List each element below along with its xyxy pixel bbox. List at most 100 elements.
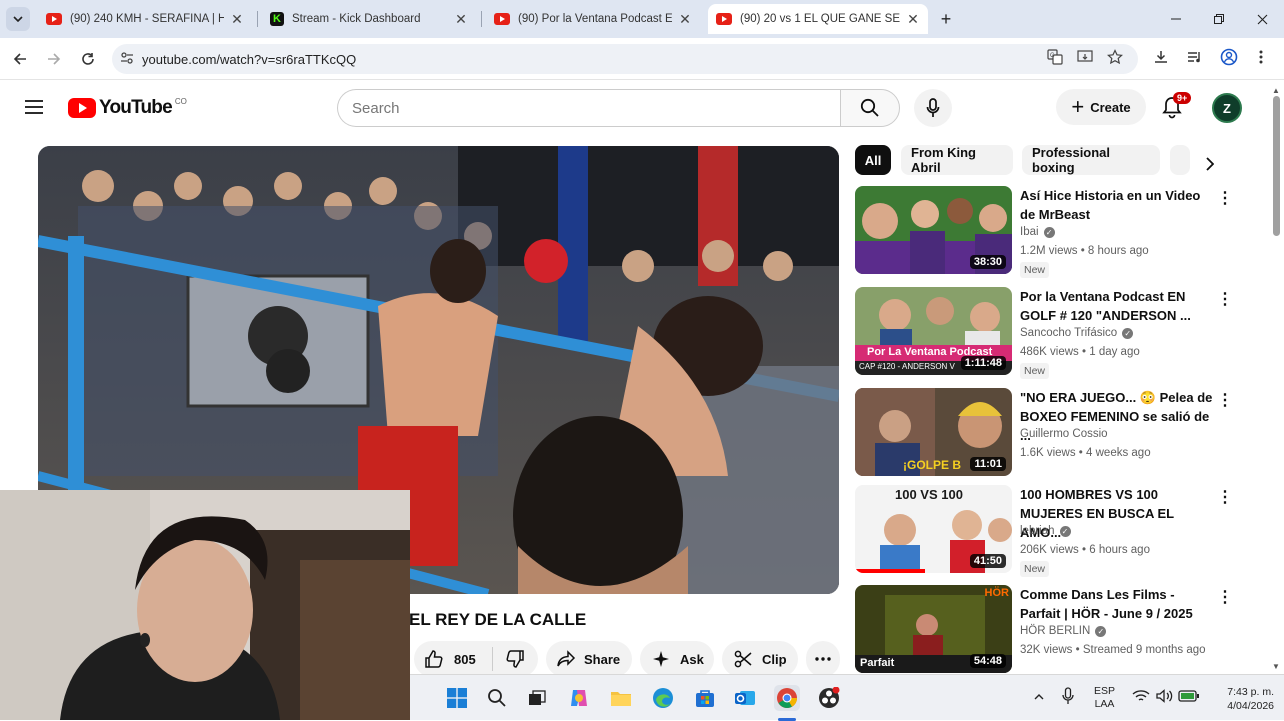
search-input[interactable]: Search: [337, 89, 841, 127]
close-tab-icon[interactable]: ✕: [454, 11, 468, 28]
browser-tab-3[interactable]: (90) Por la Ventana Podcast EN ✕: [486, 4, 700, 34]
video-thumbnail[interactable]: HÖR Parfait 54:48: [855, 585, 1012, 673]
browser-tab-2[interactable]: K Stream - Kick Dashboard ✕: [262, 4, 476, 34]
close-window-button[interactable]: [1242, 6, 1282, 32]
new-tab-button[interactable]: +: [926, 6, 966, 32]
reload-button[interactable]: [76, 47, 100, 71]
scroll-down-arrow-icon[interactable]: ▼: [1272, 662, 1280, 671]
microphone-tray-icon[interactable]: [1062, 687, 1074, 708]
channel-name[interactable]: lebriah: [1020, 525, 1055, 537]
chip-professional-boxing[interactable]: Professional boxing: [1022, 145, 1160, 175]
browser-tab-1[interactable]: (90) 240 KMH - SERAFINA | HÖR ✕: [38, 4, 252, 34]
channel-name[interactable]: Ibai: [1020, 226, 1039, 238]
video-meta: 1.2M views • 8 hours ago: [1020, 245, 1149, 257]
translate-icon[interactable]: G: [1044, 46, 1066, 68]
youtube-play-logo-icon: [68, 98, 96, 118]
chip-partial[interactable]: [1170, 145, 1190, 175]
wifi-icon[interactable]: [1132, 689, 1150, 706]
video-duration: 54:48: [969, 654, 1006, 668]
recommendation-item[interactable]: HÖR Parfait 54:48 Comme Dans Les Films -…: [855, 585, 1233, 675]
restore-button[interactable]: [1199, 6, 1239, 32]
install-app-icon[interactable]: [1074, 46, 1096, 68]
channel-name-row[interactable]: Sancocho Trifásico ✓: [1020, 327, 1134, 339]
channel-name[interactable]: Guillermo Cossio: [1020, 428, 1108, 440]
input-language-indicator[interactable]: ESP LAA: [1094, 685, 1115, 711]
more-options-icon[interactable]: ⋮: [1217, 289, 1233, 309]
clip-button[interactable]: Clip: [722, 641, 798, 677]
file-explorer-icon[interactable]: [608, 685, 634, 711]
system-clock[interactable]: 7:43 p. m. 4/04/2026: [1214, 685, 1274, 713]
taskbar-search-icon[interactable]: [484, 685, 510, 711]
channel-name-row[interactable]: Ibai ✓: [1020, 226, 1055, 238]
minimize-icon: [1171, 18, 1181, 20]
scrollbar-thumb[interactable]: [1273, 96, 1280, 236]
windows-start-icon[interactable]: [444, 685, 470, 711]
search-button[interactable]: [840, 89, 900, 127]
chips-next-button[interactable]: [1198, 152, 1222, 176]
chip-from-king-abril[interactable]: From King Abril: [901, 145, 1013, 175]
outlook-icon[interactable]: [732, 685, 758, 711]
more-options-icon[interactable]: ⋮: [1217, 188, 1233, 208]
show-hidden-icons-chevron-up-icon[interactable]: [1034, 689, 1044, 703]
scroll-up-arrow-icon[interactable]: ▲: [1272, 86, 1280, 95]
forward-button[interactable]: [42, 47, 66, 71]
edge-browser-icon[interactable]: [650, 685, 676, 711]
chrome-icon[interactable]: [774, 685, 800, 711]
media-controls-icon[interactable]: [1184, 46, 1206, 68]
channel-name[interactable]: HÖR BERLIN: [1020, 625, 1090, 637]
channel-name-row[interactable]: Guillermo Cossio: [1020, 428, 1108, 440]
chip-all[interactable]: All: [855, 145, 891, 175]
dislike-button[interactable]: [493, 641, 537, 677]
like-button[interactable]: 805: [414, 641, 492, 677]
video-title[interactable]: Así Hice Historia en un Video de MrBeast: [1020, 186, 1215, 224]
site-info-icon[interactable]: [112, 51, 142, 67]
recommendation-item[interactable]: 100 VS 100 41:50 100 HOMBRES VS 100 MUJE…: [855, 485, 1233, 577]
close-tab-icon[interactable]: ✕: [230, 11, 244, 28]
more-actions-button[interactable]: [806, 641, 840, 677]
video-title[interactable]: Por la Ventana Podcast EN GOLF # 120 "AN…: [1020, 287, 1215, 325]
downloads-icon[interactable]: [1150, 46, 1172, 68]
like-count: 805: [454, 651, 476, 667]
close-tab-icon[interactable]: ✕: [906, 11, 920, 28]
video-thumbnail[interactable]: ¡GOLPE B 11:01: [855, 388, 1012, 476]
hamburger-menu-icon[interactable]: [24, 99, 44, 115]
task-view-icon[interactable]: [524, 685, 550, 711]
recommendation-item[interactable]: ¡GOLPE B 11:01 "NO ERA JUEGO... 😳 Pelea …: [855, 388, 1233, 478]
ask-button[interactable]: Ask: [640, 641, 714, 677]
recommendation-item[interactable]: Por La Ventana Podcast CAP #120 - ANDERS…: [855, 287, 1233, 379]
notification-badge: 9+: [1173, 92, 1192, 104]
channel-name-row[interactable]: HÖR BERLIN ✓: [1020, 625, 1107, 637]
bookmark-star-icon[interactable]: [1104, 46, 1126, 68]
obs-studio-icon[interactable]: [816, 685, 842, 711]
video-title[interactable]: Comme Dans Les Films - Parfait | HÖR - J…: [1020, 585, 1215, 623]
profile-icon[interactable]: [1218, 46, 1240, 68]
battery-charging-icon[interactable]: [1178, 690, 1200, 705]
recommendation-item[interactable]: 38:30 Así Hice Historia en un Video de M…: [855, 186, 1233, 278]
video-thumbnail[interactable]: 38:30: [855, 186, 1012, 274]
browser-menu-icon[interactable]: [1250, 46, 1272, 68]
scissors-icon: [734, 650, 752, 668]
new-badge: New: [1020, 262, 1050, 278]
close-tab-icon[interactable]: ✕: [678, 11, 692, 28]
share-button[interactable]: Share: [546, 641, 632, 677]
tab-search-button[interactable]: [6, 7, 30, 31]
more-options-icon[interactable]: ⋮: [1217, 390, 1233, 410]
back-button[interactable]: [8, 47, 32, 71]
browser-tab-4-active[interactable]: (90) 20 vs 1 EL QUE GANE SE LL ✕: [708, 4, 928, 34]
channel-name-row[interactable]: lebriah ✓: [1020, 525, 1071, 537]
minimize-button[interactable]: [1156, 6, 1196, 32]
video-thumbnail[interactable]: 100 VS 100 41:50: [855, 485, 1012, 573]
arrow-right-icon: [48, 53, 61, 65]
microsoft-store-icon[interactable]: [692, 685, 718, 711]
voice-search-button[interactable]: [914, 89, 952, 127]
more-options-icon[interactable]: ⋮: [1217, 487, 1233, 507]
video-thumbnail[interactable]: Por La Ventana Podcast CAP #120 - ANDERS…: [855, 287, 1012, 375]
volume-icon[interactable]: [1156, 689, 1174, 706]
channel-name[interactable]: Sancocho Trifásico: [1020, 327, 1117, 339]
account-avatar[interactable]: Z: [1212, 93, 1242, 123]
address-bar[interactable]: youtube.com/watch?v=sr6raTTKcQQ: [112, 44, 1138, 74]
more-options-icon[interactable]: ⋮: [1217, 587, 1233, 607]
youtube-logo[interactable]: YouTube CO: [68, 97, 187, 119]
copilot-icon[interactable]: [566, 685, 592, 711]
create-button[interactable]: + Create: [1056, 89, 1146, 125]
